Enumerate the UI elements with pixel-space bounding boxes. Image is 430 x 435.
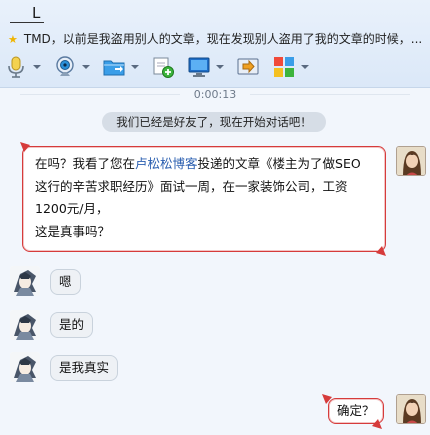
chevron-down-icon[interactable] bbox=[131, 65, 139, 69]
add-app-icon bbox=[153, 57, 174, 78]
apps-button[interactable] bbox=[272, 53, 309, 81]
contact-avatar-icon bbox=[10, 310, 40, 340]
voice-call-button[interactable] bbox=[4, 53, 41, 81]
video-call-button[interactable] bbox=[53, 53, 90, 81]
bubble-tail-icon bbox=[20, 142, 30, 152]
message-line: 这行的辛苦求职经历》面试一周，在一家装饰公司，工资 bbox=[35, 178, 348, 194]
message-bubble-incoming[interactable]: 是的 bbox=[50, 312, 94, 338]
remote-assist-button[interactable] bbox=[187, 53, 224, 81]
avatar[interactable] bbox=[10, 352, 40, 382]
chat-area: 0:00:13 我们已经是好友了，现在开始对话吧！ 在吗？我看了您在卢松松博客投… bbox=[0, 88, 430, 435]
message-bubble-incoming[interactable]: 是我真实 bbox=[50, 355, 119, 381]
bubble-tail-icon bbox=[372, 419, 382, 429]
avatar[interactable] bbox=[396, 394, 426, 424]
avatar[interactable] bbox=[10, 310, 40, 340]
chevron-down-icon[interactable] bbox=[82, 65, 90, 69]
bubble-tail-icon bbox=[322, 394, 332, 404]
call-timer: 0:00:13 bbox=[193, 88, 237, 101]
share-screen-button[interactable] bbox=[236, 53, 260, 81]
message-line: 在吗？我看了您在卢松松博客投递的文章《楼主为了做SEO bbox=[35, 156, 361, 171]
chevron-down-icon[interactable] bbox=[301, 65, 309, 69]
share-screen-icon bbox=[237, 58, 259, 75]
chevron-down-icon[interactable] bbox=[216, 65, 224, 69]
message-line: 1200元/月， bbox=[35, 201, 109, 216]
folder-icon bbox=[103, 60, 125, 76]
monitor-icon bbox=[188, 57, 210, 77]
message-bubble-incoming[interactable]: 嗯 bbox=[50, 269, 81, 295]
contact-avatar-icon bbox=[10, 352, 40, 382]
avatar[interactable] bbox=[396, 146, 426, 176]
user-avatar-icon bbox=[397, 147, 425, 175]
blog-link[interactable]: 卢松松博客 bbox=[135, 156, 198, 171]
chevron-down-icon[interactable] bbox=[33, 65, 41, 69]
microphone-icon bbox=[8, 56, 24, 78]
message-line: 这是真事吗？ bbox=[35, 223, 111, 239]
chat-header: L ★ TMD，以前是我盗用别人的文章，现在发现别人盗用了我的文章的时候，... bbox=[0, 0, 430, 88]
message-bubble-outgoing[interactable]: 在吗？我看了您在卢松松博客投递的文章《楼主为了做SEO 这行的辛苦求职经历》面试… bbox=[22, 146, 386, 252]
webcam-icon bbox=[56, 56, 74, 76]
signature-row: ★ TMD，以前是我盗用别人的文章，现在发现别人盗用了我的文章的时候，... bbox=[8, 30, 426, 47]
contact-name[interactable]: L bbox=[10, 4, 45, 23]
apps-grid-icon bbox=[274, 57, 294, 77]
add-app-button[interactable] bbox=[151, 53, 175, 81]
send-file-button[interactable] bbox=[102, 53, 139, 81]
avatar[interactable] bbox=[10, 266, 40, 296]
star-icon: ★ bbox=[8, 33, 18, 46]
signature-text: TMD，以前是我盗用别人的文章，现在发现别人盗用了我的文章的时候，... bbox=[23, 32, 423, 46]
bubble-tail-icon bbox=[376, 246, 386, 256]
system-message: 我们已经是好友了，现在开始对话吧！ bbox=[102, 112, 326, 132]
toolbar bbox=[4, 52, 321, 82]
user-avatar-icon bbox=[397, 395, 425, 423]
contact-avatar-icon bbox=[10, 266, 40, 296]
